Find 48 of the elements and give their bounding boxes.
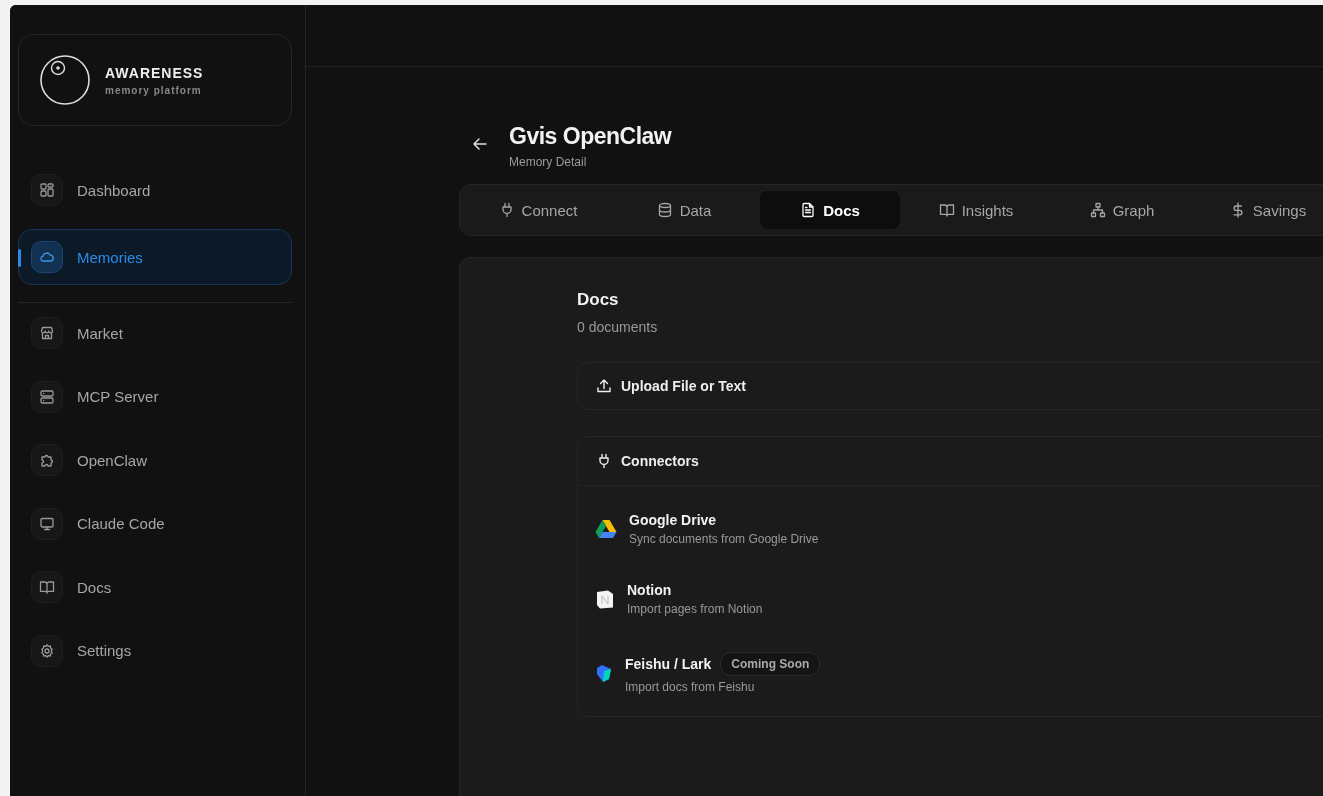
database-icon [656,202,673,218]
settings-icon [39,642,55,659]
sidebar-item[interactable]: Claude Code [18,506,292,541]
connector-name: Notion [627,582,672,598]
book-icon [938,202,955,218]
connector-description: Sync documents from Google Drive [629,532,819,546]
connector-description: Import docs from Feishu [625,680,756,694]
puzzle-icon [39,452,55,468]
monitor-icon [39,515,55,532]
tab[interactable]: Savings [1198,191,1323,229]
connector-name: Feishu / Lark [625,656,712,672]
upload-icon [596,378,612,394]
hierarchy-icon [1089,202,1106,218]
sidebar-item[interactable]: Settings [18,633,292,668]
document-count: 0 documents [577,319,659,335]
sidebar-item[interactable]: Market [18,316,292,350]
book-icon [39,579,55,595]
feishu-logo-icon [595,663,613,683]
server-icon [39,388,55,405]
tab[interactable]: Graph [1052,191,1192,229]
section-title: Docs [577,290,620,310]
tab[interactable]: Data [614,191,754,229]
store-icon [39,325,55,341]
document-icon [800,202,817,218]
connector-description: Import pages from Notion [627,602,763,616]
sidebar-item[interactable]: MCP Server [18,379,292,414]
brand-name: AWARENESS [105,64,204,81]
tab[interactable]: Insights [906,191,1046,229]
status-badge: Coming Soon [720,652,821,676]
back-arrow-icon[interactable] [473,138,487,150]
plug-icon [596,453,612,469]
tab[interactable]: Docs [760,191,900,229]
grid-icon [39,182,55,198]
sidebar-item[interactable]: OpenClaw [18,443,292,477]
notion-logo-icon [595,589,615,609]
sidebar-item[interactable]: Memories [18,229,292,285]
drive-logo-icon [595,519,617,539]
page-title: Gvis OpenClaw [509,123,672,150]
cloud-icon [39,249,55,265]
sidebar-item[interactable]: Dashboard [18,162,292,218]
brand-tagline: memory platform [105,84,203,96]
page-subtitle: Memory Detail [509,155,588,169]
upload-button[interactable]: Upload File or Text [577,362,1323,410]
logo-icon [39,54,91,106]
tab[interactable]: Connect [468,191,608,229]
connectors-title: Connectors [621,453,699,469]
sidebar-item[interactable]: Docs [18,570,292,604]
connector-name: Google Drive [629,512,717,528]
